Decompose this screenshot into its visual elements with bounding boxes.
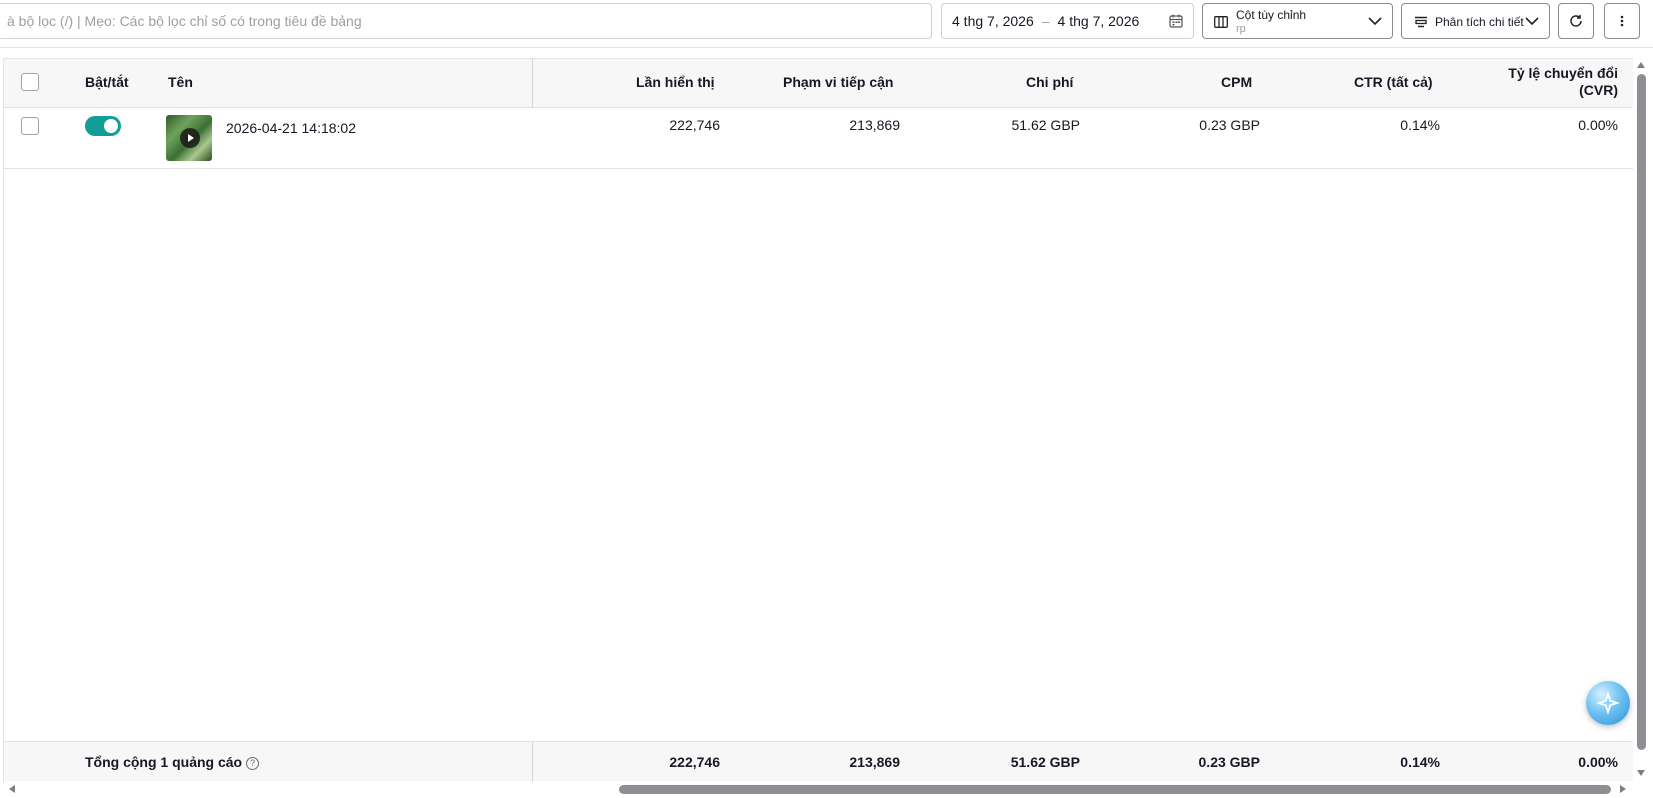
- ai-assistant-button[interactable]: [1586, 681, 1630, 725]
- footer-reach: 213,869: [849, 754, 900, 770]
- play-icon: [180, 128, 200, 148]
- date-start: 4 thg 7, 2026: [952, 13, 1034, 29]
- refresh-icon: [1570, 15, 1582, 27]
- select-all-checkbox[interactable]: [21, 73, 39, 91]
- scroll-down-arrow[interactable]: [1637, 770, 1645, 776]
- header-impressions[interactable]: Lần hiển thị: [636, 74, 715, 90]
- custom-columns-dropdown[interactable]: Cột tùy chỉnh rp: [1202, 3, 1393, 39]
- chevron-down-icon: [1368, 17, 1382, 26]
- table-row[interactable]: 2026-04-21 14:18:02 222,746 213,869 51.6…: [4, 108, 1634, 169]
- scroll-right-arrow[interactable]: [1620, 785, 1626, 793]
- breakdown-icon: [1415, 16, 1427, 28]
- date-end: 4 thg 7, 2026: [1057, 13, 1140, 29]
- footer-total-label: Tổng cộng 1 quảng cáo?: [85, 754, 260, 770]
- scroll-left-arrow[interactable]: [9, 785, 15, 793]
- cell-ctr: 0.14%: [1400, 117, 1440, 133]
- header-cvr-line2: (CVR): [1579, 82, 1618, 98]
- ad-name[interactable]: 2026-04-21 14:18:02: [226, 120, 356, 136]
- breakdown-label: Phân tích chi tiết: [1435, 15, 1524, 29]
- ad-status-toggle[interactable]: [85, 116, 121, 136]
- header-name[interactable]: Tên: [168, 74, 193, 90]
- footer-cpm: 0.23 GBP: [1198, 754, 1260, 770]
- row-checkbox[interactable]: [21, 117, 39, 135]
- search-input[interactable]: à bộ lọc (/) | Mẹo: Các bộ lọc chỉ số có…: [0, 3, 932, 39]
- cell-cost: 51.62 GBP: [1011, 117, 1081, 133]
- horizontal-scroll-thumb[interactable]: [619, 785, 1611, 794]
- header-ctr[interactable]: CTR (tất cả): [1354, 74, 1433, 90]
- table-header: Bật/tắt Tên Lần hiển thị Phạm vi tiếp cậ…: [4, 59, 1634, 108]
- more-vertical-icon: [1620, 15, 1624, 27]
- columns-icon: [1214, 16, 1228, 28]
- cell-cpm: 0.23 GBP: [1199, 117, 1260, 133]
- footer-total-text: Tổng cộng 1 quảng cáo: [85, 754, 243, 770]
- custom-columns-sublabel: rp: [1236, 23, 1246, 35]
- refresh-button[interactable]: [1558, 3, 1594, 39]
- header-cvr-line1: Tỷ lệ chuyển đổi: [1508, 65, 1618, 81]
- scroll-up-arrow[interactable]: [1637, 62, 1645, 68]
- header-cost[interactable]: Chi phí: [1026, 74, 1073, 90]
- footer-cvr: 0.00%: [1578, 754, 1618, 770]
- toggle-knob: [104, 119, 118, 133]
- table-footer: Tổng cộng 1 quảng cáo? 222,746 213,869 5…: [4, 741, 1634, 782]
- more-options-button[interactable]: [1604, 3, 1640, 39]
- header-reach[interactable]: Phạm vi tiếp cận: [783, 74, 893, 90]
- vertical-scrollbar[interactable]: [1633, 58, 1653, 782]
- footer-impressions: 222,746: [669, 754, 720, 770]
- chevron-down-icon: [1525, 17, 1539, 26]
- column-divider: [532, 742, 533, 782]
- ad-thumbnail[interactable]: [166, 115, 212, 161]
- header-cpm[interactable]: CPM: [1221, 74, 1252, 90]
- ads-table: Bật/tắt Tên Lần hiển thị Phạm vi tiếp cậ…: [3, 58, 1634, 782]
- custom-columns-label: Cột tùy chỉnh: [1236, 8, 1307, 22]
- cell-reach: 213,869: [849, 117, 900, 133]
- help-icon[interactable]: ?: [246, 757, 260, 770]
- horizontal-scrollbar[interactable]: [3, 782, 1633, 798]
- ai-assistant-icon: [1596, 691, 1620, 715]
- date-range-picker[interactable]: 4 thg 7, 2026–4 thg 7, 2026: [941, 3, 1194, 39]
- header-cvr[interactable]: Tỷ lệ chuyển đổi (CVR): [1504, 65, 1618, 99]
- breakdown-dropdown[interactable]: Phân tích chi tiết: [1401, 3, 1550, 39]
- calendar-icon: [1169, 14, 1183, 28]
- footer-cost: 51.62 GBP: [1010, 754, 1080, 770]
- toolbar: à bộ lọc (/) | Mẹo: Các bộ lọc chỉ số có…: [0, 0, 1653, 48]
- footer-ctr: 0.14%: [1400, 754, 1440, 770]
- date-separator: –: [1041, 13, 1050, 29]
- header-toggle: Bật/tắt: [85, 74, 129, 90]
- cell-impressions: 222,746: [669, 117, 720, 133]
- cell-cvr: 0.00%: [1578, 117, 1618, 133]
- vertical-scroll-thumb[interactable]: [1637, 74, 1646, 750]
